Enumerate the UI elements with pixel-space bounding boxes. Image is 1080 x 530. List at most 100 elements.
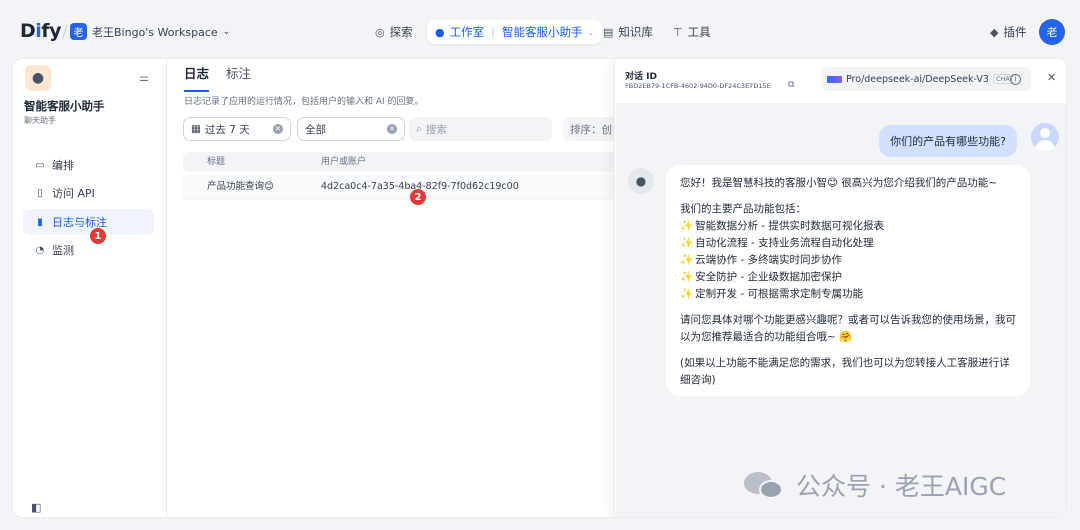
app-robot-icon: ● [25,65,51,91]
log-tabs: 日志 标注 [184,61,251,92]
top-navbar: Dify / 老 老王Bingo's Workspace ⌄ ◎ 探索 ● 工作… [0,0,1080,62]
logo-text: D [20,20,36,42]
clear-icon[interactable]: ✕ [273,124,283,134]
sidebar-item-orchestrate[interactable]: ▭ 编排 [23,152,154,178]
search-icon: ⌕ [416,122,422,135]
nav-tools-label: 工具 [687,25,711,39]
user-avatar[interactable]: 老 [1039,19,1065,45]
model-name: Pro/deepseek-ai/DeepSeek-V3 [846,73,989,85]
sparkle-icon: ✨ [680,271,694,283]
watermark-text: 公众号 · 老王AIGC [796,472,1007,501]
period-select[interactable]: ▦ 过去 7 天 ✕ [183,117,291,141]
breadcrumb-separator: / [62,22,68,41]
sidebar-collapse-icon[interactable]: ◧ [31,501,41,514]
compass-icon: ◎ [375,25,385,39]
wechat-icon [744,470,788,500]
workspace-name: 老王Bingo's Workspace [92,25,218,39]
annotation-marker-2: 2 [410,189,426,205]
logs-icon: ▮ [37,216,43,228]
search-placeholder: 搜索 [425,123,447,136]
tab-logs[interactable]: 日志 [184,61,210,92]
table-header: 标题 用户或账户 [183,152,623,172]
app-sidebar: ● ⚌ 智能客服小助手 聊天助手 ▭ 编排 ▯ 访问 API ▮ 日志与标注 ◔… [13,59,167,517]
workspace-badge: 老 [70,23,87,40]
sort-label: 排序：创 [570,123,612,136]
sidebar-item-label: 访问 API [52,187,95,200]
hammer-icon: ⊤ [673,25,683,39]
feature-item: ✨ 智能数据分析 - 提供实时数据可视化报表 [680,220,885,232]
sidebar-item-logs[interactable]: ▮ 日志与标注 [23,209,154,235]
chevron-down-icon: ⌄ [222,26,231,37]
row-title: 产品功能查询😊 [207,181,274,192]
nav-app-selector[interactable]: 智能客服小助手 [502,24,583,40]
watermark: 公众号 · 老王AIGC [744,467,1006,503]
nav-knowledge-label: 知识库 [618,25,653,39]
panel-header: 对话 ID FBD2EB79-1CFB-4602-94D0-DF24C3E7D1… [615,59,1066,103]
nav-tools[interactable]: ⊤ 工具 [673,20,711,44]
nav-separator: | [491,25,495,39]
bot-intro: 我们的主要产品功能包括： [680,203,806,215]
search-input[interactable]: ⌕ 搜索 [409,117,552,141]
bot-avatar-icon: ● [628,168,654,194]
status-select[interactable]: 全部 ✕ [297,117,405,141]
table-row[interactable]: 产品功能查询😊 4d2ca0c4-7a35-4ba4-82f9-7f0d62c1… [183,174,623,200]
sidebar-item-api[interactable]: ▯ 访问 API [23,180,154,206]
orchestrate-icon: ▭ [35,159,45,171]
column-header-user: 用户或账户 [321,157,367,167]
nav-plugins-label: 插件 [1003,25,1027,39]
nav-plugins[interactable]: ◆ 插件 [990,20,1026,44]
cube-icon: ◆ [990,25,999,39]
robot-icon: ● [435,25,445,39]
sparkle-icon: ✨ [680,288,694,300]
tab-annotations[interactable]: 标注 [226,61,251,92]
nav-knowledge[interactable]: ▤ 知识库 [603,20,653,44]
feature-item: ✨ 自动化流程 - 支持业务流程自动化处理 [680,237,874,249]
model-provider-icon [827,75,842,83]
annotation-marker-1: 1 [90,228,106,244]
sidebar-item-label: 监测 [52,244,74,257]
feature-item: ✨ 定制开发 - 可根据需求定制专属功能 [680,288,864,300]
clear-icon[interactable]: ✕ [387,124,397,134]
bot-greeting: 您好！我是智慧科技的客服小智😊 很高兴为您介绍我们的产品功能~ [680,177,998,189]
status-value: 全部 [305,123,326,136]
conversation-panel: 对话 ID FBD2EB79-1CFB-4602-94D0-DF24C3E7D1… [614,59,1066,517]
sparkle-icon: ✨ [680,237,694,249]
api-icon: ▯ [37,187,43,199]
sidebar-item-label: 编排 [52,159,74,172]
logo-text-end: fy [41,20,61,42]
calendar-icon: ▦ [191,123,201,135]
app-frame: ● ⚌ 智能客服小助手 聊天助手 ▭ 编排 ▯ 访问 API ▮ 日志与标注 ◔… [12,58,1067,518]
sidebar-item-monitor[interactable]: ◔ 监测 [23,237,154,263]
nav-studio-label: 工作室 [449,25,485,39]
copy-icon[interactable]: ⧉ [788,80,794,90]
nav-explore-label: 探索 [389,25,413,39]
period-value: 过去 7 天 [204,123,250,136]
book-icon: ▤ [603,25,614,39]
user-message: 你们的产品有哪些功能? [879,125,1017,157]
bot-question: 请问您具体对哪个功能更感兴趣呢？或者可以告诉我您的使用场景，我可以为您推荐最适合… [680,314,1016,343]
monitor-icon: ◔ [35,244,45,256]
settings-sliders-icon[interactable]: ⚌ [139,71,149,84]
feature-item: ✨ 云端协作 - 多终端实时同步协作 [680,254,843,266]
bot-note: (如果以上功能不能满足您的需求，我们也可以为您转接人工客服进行详细咨询) [680,357,1010,386]
user-avatar-icon [1031,123,1059,151]
app-type: 聊天助手 [24,116,56,125]
app-name: 智能客服小助手 [24,99,105,113]
chat-area: 你们的产品有哪些功能? ● 您好！我是智慧科技的客服小智😊 很高兴为您介绍我们的… [616,103,1066,517]
close-icon[interactable]: ✕ [1047,71,1056,84]
nav-explore[interactable]: ◎ 探索 [375,20,413,44]
workspace-switcher[interactable]: 老 老王Bingo's Workspace ⌄ [70,23,230,40]
dify-logo[interactable]: Dify [20,20,61,42]
conversation-id: FBD2EB79-1CFB-4602-94D0-DF24C3E7D15E [625,82,771,90]
conversation-id-label: 对话 ID [625,72,657,82]
sparkle-icon: ✨ [680,254,694,266]
sparkle-icon: ✨ [680,220,694,232]
logs-description: 日志记录了应用的运行情况，包括用户的输入和 AI 的回复。 [184,97,424,107]
bot-message: 您好！我是智慧科技的客服小智😊 很高兴为您介绍我们的产品功能~ 我们的主要产品功… [666,165,1030,396]
chevron-down-icon: ⌄ [587,27,595,37]
feature-item: ✨ 安全防护 - 企业级数据加密保护 [680,271,843,283]
nav-studio[interactable]: ● 工作室 | 智能客服小助手 ⌄ [427,20,603,44]
model-info: Pro/deepseek-ai/DeepSeek-V3 CHAT i [821,67,1031,91]
column-header-title: 标题 [207,157,226,167]
info-icon[interactable]: i [1010,73,1021,85]
